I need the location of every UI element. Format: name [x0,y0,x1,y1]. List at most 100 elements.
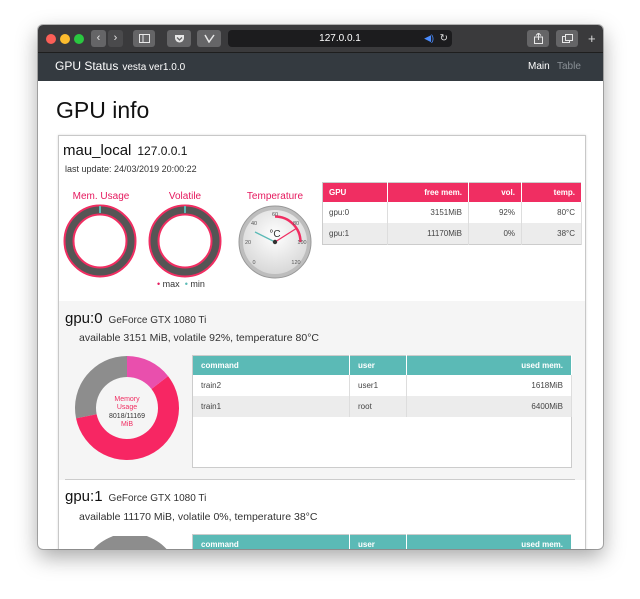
summary-header-free-mem[interactable]: free mem. [387,182,469,202]
table-row: train2 user1 1618MiB [192,375,572,396]
donut-unit: MiB [121,421,133,428]
mem-usage-gauge [63,204,137,278]
host-name: mau_local [63,142,132,159]
temp-tick-0: 0 [252,260,255,266]
gpu-0-memory-donut: Memory Usage 8018/11169 MiB [75,356,179,460]
address-bar[interactable]: 127.0.0.1 ◀) ↻ [228,30,452,47]
process-header-user[interactable]: user [349,534,407,549]
table-cell: train2 [192,375,350,396]
summary-header-gpu[interactable]: GPU [322,182,388,202]
host-header: mau_local 127.0.0.1 [63,142,187,159]
gauge-legend: • max • min [157,279,205,289]
extension-icon [203,34,215,44]
table-cell: gpu:1 [322,223,388,245]
max-legend-dot: • [157,279,161,289]
nav-link-main[interactable]: Main [528,61,550,72]
table-row: gpu:0 3151MiB 92% 80°C [322,202,582,223]
plus-icon: + [588,31,596,46]
share-button[interactable] [527,30,549,47]
section-divider [65,479,575,480]
table-row: gpu:1 11170MiB 0% 38°C [322,223,582,245]
browser-toolbar: ‹ › 127.0.0.1 ◀) ↻ + [38,25,603,53]
temp-tick-60: 60 [272,212,278,218]
close-window-button[interactable] [46,34,56,44]
gpu-1-summary: available 11170 MiB, volatile 0%, temper… [79,511,318,523]
chevron-right-icon: › [113,32,118,44]
sidebar-icon [138,34,150,43]
gpu-0-header: gpu:0 GeForce GTX 1080 Ti [65,310,206,327]
temperature-gauge-label: Temperature [246,191,304,202]
zoom-window-button[interactable] [74,34,84,44]
table-cell: 92% [468,202,522,223]
gpu-1-name: gpu:1 [65,488,103,505]
process-header-command[interactable]: command [192,534,350,549]
table-cell: train1 [192,396,350,417]
gpu-1-model: GeForce GTX 1080 Ti [108,493,207,504]
table-cell: 3151MiB [387,202,469,223]
reload-icon[interactable]: ↻ [440,30,448,47]
process-header-used-mem[interactable]: used mem. [406,355,572,375]
nav-link-table[interactable]: Table [557,61,581,72]
donut-title-line2: Usage [117,404,137,411]
min-legend-dot: • [184,279,188,289]
url-text: 127.0.0.1 [319,33,361,44]
legend-max: max [162,279,180,289]
temp-tick-100: 100 [297,240,306,246]
last-update: last update: 24/03/2019 20:00:22 [65,164,197,174]
table-cell: gpu:0 [322,202,388,223]
table-cell: 38°C [521,223,582,245]
table-cell: 1618MiB [406,375,572,396]
pocket-button[interactable] [167,30,191,47]
browser-window: ‹ › 127.0.0.1 ◀) ↻ + GPU Status vesta ver… [38,25,603,549]
pocket-icon [174,35,184,43]
extension-button[interactable] [197,30,221,47]
sidebar-button[interactable] [133,30,155,47]
gpu-1-process-table: command user used mem. [192,534,572,549]
process-header-user[interactable]: user [349,355,407,375]
volatile-gauge-label: Volatile [168,191,202,202]
share-icon [533,32,543,44]
temp-tick-80: 80 [293,221,299,227]
gpu-0-section: gpu:0 GeForce GTX 1080 Ti available 3151 … [59,301,585,480]
gpu-0-name: gpu:0 [65,310,103,327]
new-tab-button[interactable]: + [588,31,596,46]
navbar-title: GPU Status [55,59,119,73]
back-button[interactable]: ‹ [91,30,106,47]
tabs-overview-button[interactable] [556,30,578,47]
legend-min: min [190,279,205,289]
chevron-left-icon: ‹ [96,32,101,44]
navbar-brand[interactable]: GPU Status vesta ver1.0.0 [55,59,185,73]
donut-value: 8018/11169 [109,413,145,420]
page-title: GPU info [56,97,150,123]
table-cell: 6400MiB [406,396,572,417]
forward-button[interactable]: › [108,30,123,47]
temp-tick-120: 120 [291,260,300,266]
gpu-0-model: GeForce GTX 1080 Ti [108,315,207,326]
table-cell: user1 [349,375,407,396]
mem-gauge-label: Mem. Usage [72,191,130,202]
table-cell: root [349,396,407,417]
summary-header-temp[interactable]: temp. [521,182,582,202]
gpu-1-memory-donut [93,536,167,549]
minimize-window-button[interactable] [60,34,70,44]
volatile-gauge [148,204,222,278]
page-content: GPU info mau_local 127.0.0.1 last update:… [38,81,603,549]
temp-tick-40: 40 [251,221,257,227]
process-header-used-mem[interactable]: used mem. [406,534,572,549]
process-header-command[interactable]: command [192,355,350,375]
speaker-icon[interactable]: ◀) [424,30,434,47]
donut-title-line1: Memory [114,396,140,403]
summary-header-vol[interactable]: vol. [468,182,522,202]
gpu-summary-table: GPU free mem. vol. temp. gpu:0 3151MiB 9… [322,182,582,245]
temp-unit: °C [269,229,280,240]
table-cell: 0% [468,223,522,245]
navbar-version: vesta ver1.0.0 [122,62,186,73]
gpu-0-process-table: command user used mem. train2 user1 1618… [192,355,572,468]
host-card: mau_local 127.0.0.1 last update: 24/03/20… [58,135,586,549]
temp-tick-20: 20 [245,240,251,246]
table-row: train1 root 6400MiB [192,396,572,417]
temperature-gauge: 0 20 40 60 80 100 120 °C [238,205,312,279]
table-empty-area [193,417,572,468]
table-cell: 80°C [521,202,582,223]
table-cell: 11170MiB [387,223,469,245]
